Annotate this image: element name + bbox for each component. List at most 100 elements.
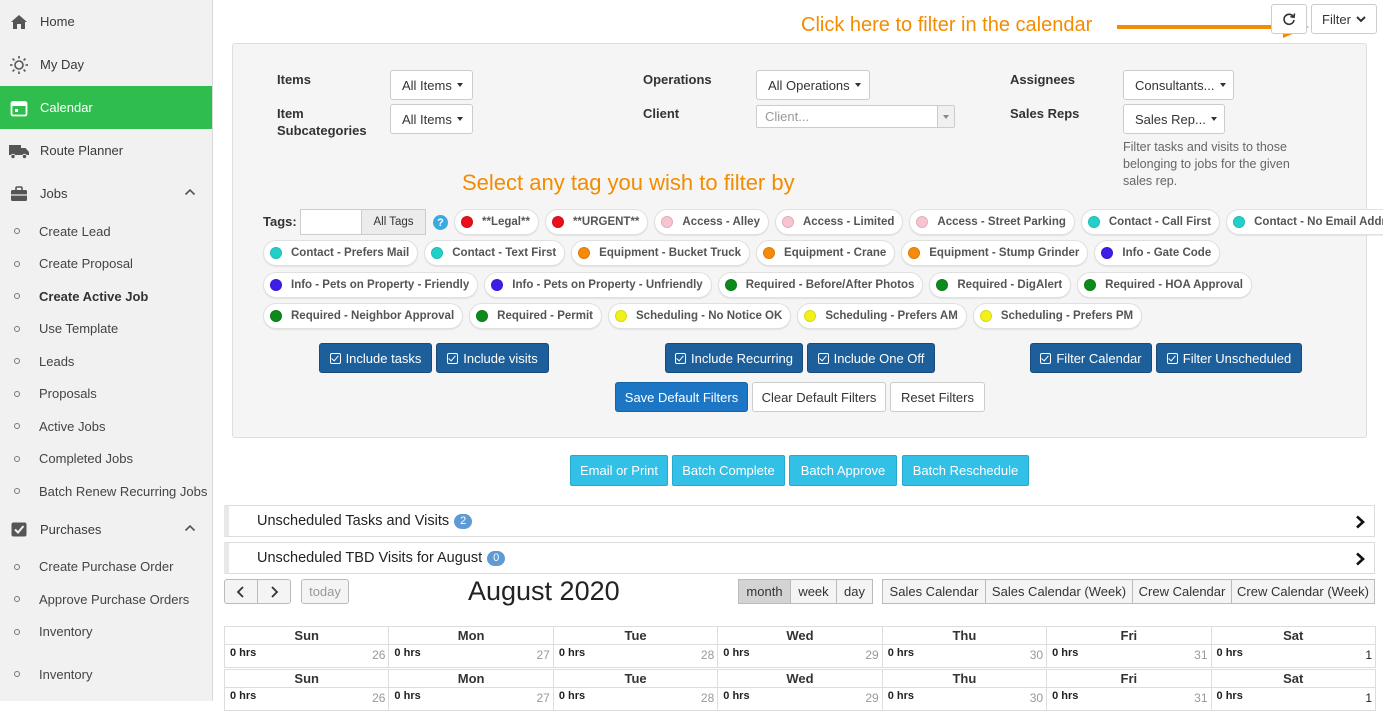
filter-button[interactable]: Filter [1311, 4, 1377, 34]
unscheduled-tbd-panel[interactable]: Unscheduled TBD Visits for August 0 [224, 542, 1375, 574]
batch-reschedule-button[interactable]: Batch Reschedule [902, 455, 1029, 486]
tag-chip[interactable]: Scheduling - Prefers PM [972, 303, 1143, 329]
tag-chip[interactable]: Access - Limited [774, 209, 904, 235]
clear-default-filters-button[interactable]: Clear Default Filters [752, 382, 886, 412]
tag-chip[interactable]: Required - HOA Approval [1077, 272, 1252, 298]
help-icon[interactable]: ? [433, 215, 448, 230]
include-recurring-toggle[interactable]: Include Recurring [665, 343, 803, 373]
tag-chip[interactable]: Required - Neighbor Approval [263, 303, 464, 329]
day-cell[interactable]: 0 hrs 27 [388, 687, 554, 711]
items-label: Items [277, 72, 311, 87]
view-week-button[interactable]: week [790, 579, 837, 604]
sidebar-item-create-purchase-order[interactable]: Create Purchase Order [0, 551, 212, 584]
tag-chip[interactable]: Required - Before/After Photos [717, 272, 924, 298]
color-dot-icon [763, 247, 776, 259]
tag-chip[interactable]: Contact - Prefers Mail [263, 240, 419, 266]
day-cell[interactable]: 0 hrs 26 [223, 687, 390, 711]
view-day-button[interactable]: day [836, 579, 873, 604]
filter-unscheduled-toggle[interactable]: Filter Unscheduled [1156, 343, 1302, 373]
items-dropdown[interactable]: All Items [390, 70, 473, 100]
day-cell[interactable]: 0 hrs 29 [717, 687, 883, 711]
sidebar-item-use-template[interactable]: Use Template [0, 313, 212, 346]
tag-chip[interactable]: Access - Street Parking [909, 209, 1075, 235]
chevron-up-icon[interactable] [184, 522, 196, 537]
sidebar-item-calendar[interactable]: Calendar [0, 86, 212, 129]
refresh-button[interactable] [1271, 4, 1307, 34]
sidebar-item-jobs[interactable]: Jobs [0, 172, 212, 215]
day-cell[interactable]: 0 hrs 31 [1046, 687, 1212, 711]
day-cell[interactable]: 0 hrs 30 [881, 644, 1048, 668]
day-cell[interactable]: 0 hrs 28 [552, 644, 719, 668]
sidebar-item-inventory[interactable]: Inventory [0, 616, 212, 649]
operations-label: Operations [643, 72, 712, 87]
day-cell[interactable]: 0 hrs 31 [1046, 644, 1212, 668]
day-cell[interactable]: 0 hrs 27 [388, 644, 554, 668]
tag-chip[interactable]: Equipment - Bucket Truck [571, 240, 751, 266]
sidebar-item-create-proposal[interactable]: Create Proposal [0, 248, 212, 281]
unscheduled-tasks-panel[interactable]: Unscheduled Tasks and Visits 2 [224, 505, 1375, 537]
tag-chip[interactable]: **URGENT** [544, 209, 649, 235]
view-month-button[interactable]: month [738, 579, 791, 604]
batch-approve-button[interactable]: Batch Approve [789, 455, 897, 486]
tag-label: Info - Pets on Property - Friendly [291, 279, 470, 291]
sales-reps-dropdown[interactable]: Sales Rep... [1123, 104, 1225, 134]
top-toolbar: Filter [1271, 4, 1377, 34]
day-cell[interactable]: 0 hrs 28 [552, 687, 719, 711]
tag-chip[interactable]: **Legal** [454, 209, 539, 235]
day-cell[interactable]: 0 hrs 26 [223, 644, 390, 668]
sidebar-item-inventory[interactable]: Inventory [0, 658, 212, 691]
chevron-up-icon[interactable] [184, 186, 196, 201]
next-month-button[interactable] [257, 579, 291, 604]
tag-chip[interactable]: Info - Pets on Property - Friendly [263, 272, 479, 298]
sidebar-item-active-jobs[interactable]: Active Jobs [0, 410, 212, 443]
sidebar-item-completed-jobs[interactable]: Completed Jobs [0, 443, 212, 476]
tag-chip[interactable]: Contact - No Email Address [1226, 209, 1383, 235]
batch-complete-button[interactable]: Batch Complete [672, 455, 785, 486]
tags-search-input[interactable] [300, 209, 362, 235]
tag-chip[interactable]: Access - Alley [654, 209, 769, 235]
include-visits-toggle[interactable]: Include visits [436, 343, 549, 373]
sales-calendar-week-button[interactable]: Sales Calendar (Week) [985, 579, 1133, 604]
all-tags-button[interactable]: All Tags [361, 209, 426, 235]
reset-filters-button[interactable]: Reset Filters [890, 382, 985, 412]
tag-chip[interactable]: Scheduling - No Notice OK [608, 303, 792, 329]
operations-dropdown[interactable]: All Operations [756, 70, 870, 100]
tag-chip[interactable]: Contact - Call First [1080, 209, 1221, 235]
sidebar-item-route-planner[interactable]: Route Planner [0, 129, 212, 172]
include-tasks-toggle[interactable]: Include tasks [319, 343, 432, 373]
tag-chip[interactable]: Equipment - Crane [756, 240, 896, 266]
prev-month-button[interactable] [224, 579, 258, 604]
day-cell[interactable]: 0 hrs 1 [1210, 644, 1377, 668]
sidebar-item-home[interactable]: Home [0, 0, 212, 43]
tag-chip[interactable]: Required - DigAlert [929, 272, 1072, 298]
sidebar-item-approve-purchase-orders[interactable]: Approve Purchase Orders [0, 583, 212, 616]
subcategories-dropdown[interactable]: All Items [390, 104, 473, 134]
sidebar-item-proposals[interactable]: Proposals [0, 378, 212, 411]
include-one-off-toggle[interactable]: Include One Off [807, 343, 935, 373]
sidebar-item-my-day[interactable]: My Day [0, 43, 212, 86]
sales-calendar-button[interactable]: Sales Calendar [882, 579, 986, 604]
crew-calendar-week-button[interactable]: Crew Calendar (Week) [1231, 579, 1375, 604]
assignees-dropdown[interactable]: Consultants... [1123, 70, 1234, 100]
day-cell[interactable]: 0 hrs 1 [1210, 687, 1377, 711]
tag-chip[interactable]: Equipment - Stump Grinder [901, 240, 1089, 266]
email-print-button[interactable]: Email or Print [570, 455, 668, 486]
sidebar-item-leads[interactable]: Leads [0, 345, 212, 378]
tag-chip[interactable]: Info - Pets on Property - Unfriendly [484, 272, 712, 298]
crew-calendar-button[interactable]: Crew Calendar [1132, 579, 1232, 604]
day-cell[interactable]: 0 hrs 29 [717, 644, 883, 668]
day-hours: 0 hrs [723, 690, 750, 702]
save-default-filters-button[interactable]: Save Default Filters [615, 382, 748, 412]
day-cell[interactable]: 0 hrs 30 [881, 687, 1048, 711]
client-select[interactable]: Client... [756, 105, 955, 128]
tag-chip[interactable]: Scheduling - Prefers AM [797, 303, 967, 329]
tag-chip[interactable]: Required - Permit [469, 303, 602, 329]
sidebar-item-batch-renew-recurring-jobs[interactable]: Batch Renew Recurring Jobs [0, 475, 212, 508]
sidebar-item-create-active-job[interactable]: Create Active Job [0, 280, 212, 313]
tag-chip[interactable]: Contact - Text First [424, 240, 566, 266]
today-button[interactable]: today [301, 579, 349, 604]
filter-calendar-toggle[interactable]: Filter Calendar [1030, 343, 1152, 373]
tag-chip[interactable]: Info - Gate Code [1094, 240, 1221, 266]
sidebar-item-purchases[interactable]: Purchases [0, 508, 212, 551]
sidebar-item-create-lead[interactable]: Create Lead [0, 215, 212, 248]
